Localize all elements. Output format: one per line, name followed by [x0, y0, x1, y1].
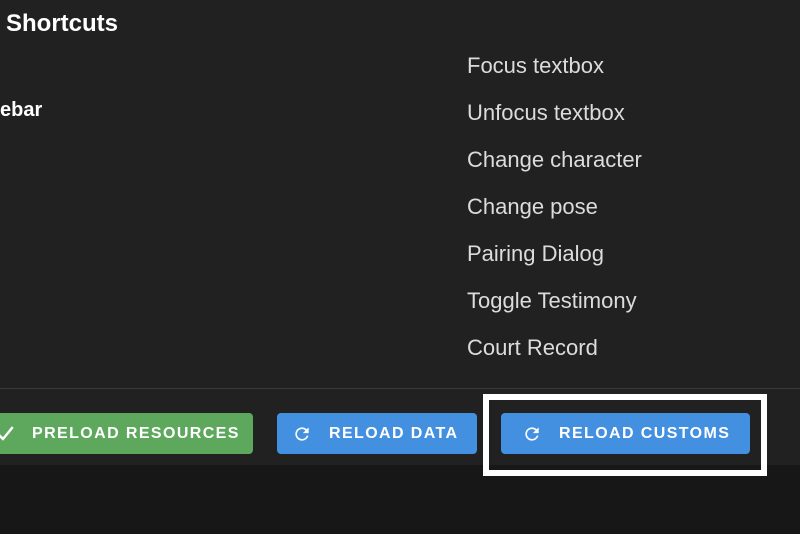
- sidebar-label-fragment: ebar: [0, 99, 43, 121]
- shortcut-unfocus-textbox: Unfocus textbox: [467, 100, 625, 125]
- page-title: Shortcuts: [6, 10, 119, 37]
- reload-data-label: RELOAD DATA: [329, 424, 459, 442]
- reload-data-button[interactable]: RELOAD DATA: [277, 413, 477, 454]
- reload-customs-label: RELOAD CUSTOMS: [559, 424, 731, 442]
- refresh-icon: [521, 423, 543, 445]
- shortcut-toggle-testimony: Toggle Testimony: [467, 288, 637, 313]
- preload-resources-label: PRELOAD RESOURCES: [32, 424, 240, 442]
- shortcut-pairing-dialog: Pairing Dialog: [467, 241, 604, 266]
- settings-panel: Shortcuts ebar Focus textbox Unfocus tex…: [0, 0, 800, 465]
- shortcut-change-character: Change character: [467, 147, 642, 172]
- reload-customs-button[interactable]: RELOAD CUSTOMS: [501, 413, 750, 454]
- shortcut-focus-textbox: Focus textbox: [467, 53, 604, 78]
- preload-resources-button[interactable]: PRELOAD RESOURCES: [0, 413, 253, 454]
- shortcut-list: Focus textbox Unfocus textbox Change cha…: [467, 52, 642, 381]
- shortcut-court-record: Court Record: [467, 335, 598, 360]
- shortcut-change-pose: Change pose: [467, 194, 598, 219]
- check-icon: [0, 423, 16, 445]
- footer-divider: [0, 388, 800, 389]
- refresh-icon: [291, 423, 313, 445]
